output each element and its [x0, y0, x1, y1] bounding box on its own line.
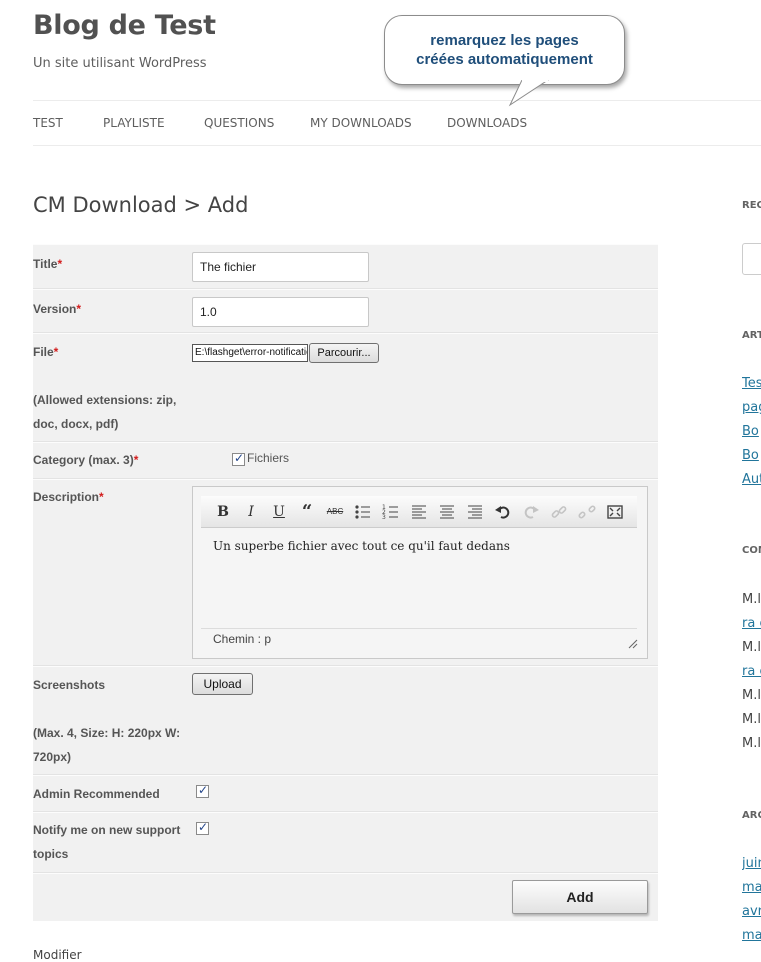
sidebar-heading-comments: COM — [742, 545, 761, 556]
nav-item-my-downloads[interactable]: MY DOWNLOADS — [310, 116, 412, 130]
version-label: Version* — [33, 302, 82, 316]
file-extensions-note: (Allowed extensions: zip, doc, docx, pdf… — [33, 393, 177, 431]
sidebar-search-input[interactable] — [742, 243, 761, 275]
category-row: Category (max. 3)* Fichiers — [33, 442, 658, 479]
callout-bubble: remarquez les pages créées automatiqueme… — [384, 15, 625, 85]
page-title: CM Download > Add — [33, 193, 249, 217]
sidebar-archive-link[interactable]: ma — [742, 928, 761, 943]
strikethrough-button[interactable]: ABC — [325, 502, 345, 522]
screenshots-note: (Max. 4, Size: H: 220px W: 720px) — [33, 726, 181, 764]
editor-path: Chemin : p — [213, 632, 272, 646]
sidebar-archive-link[interactable]: ma — [742, 880, 761, 895]
sidebar-article-link[interactable]: Aut — [742, 472, 761, 487]
sidebar-comment-link[interactable]: ra c — [742, 616, 761, 631]
screenshots-label: Screenshots — [33, 678, 106, 692]
category-checkbox-fichiers[interactable] — [232, 451, 245, 466]
editor-toolbar: B I U “ ABC 123 — [201, 496, 637, 528]
sidebar-comment-author: M.l — [742, 712, 761, 727]
italic-button[interactable]: I — [241, 502, 261, 522]
download-add-form: Title* The fichier Version* 1.0 File* E:… — [33, 244, 658, 921]
version-row: Version* 1.0 — [33, 289, 658, 333]
align-left-icon[interactable] — [409, 502, 429, 522]
editor-status-divider — [201, 628, 637, 629]
redo-icon[interactable] — [521, 502, 541, 522]
sidebar-article-link[interactable]: Tes — [742, 376, 761, 391]
bullet-list-icon[interactable] — [353, 502, 373, 522]
notify-label: Notify me on new support topics — [33, 823, 181, 861]
undo-icon[interactable] — [493, 502, 513, 522]
description-label: Description* — [33, 490, 104, 504]
sidebar-comment-author: M.l — [742, 688, 761, 703]
bold-button[interactable]: B — [213, 502, 233, 522]
file-path-input[interactable]: E:\flashget\error-notification — [192, 344, 308, 362]
nav-divider-bottom — [33, 145, 761, 146]
description-editor: B I U “ ABC 123 Un superbe fichier avec … — [192, 486, 648, 659]
fullscreen-icon[interactable] — [605, 502, 625, 522]
site-title[interactable]: Blog de Test — [33, 10, 216, 41]
upload-button[interactable]: Upload — [192, 673, 253, 695]
numbered-list-icon[interactable]: 123 — [381, 502, 401, 522]
admin-recommended-label: Admin Recommended — [33, 787, 160, 801]
sidebar-comment-link[interactable]: ra c — [742, 664, 761, 679]
align-center-icon[interactable] — [437, 502, 457, 522]
file-row: File* E:\flashget\error-notification Par… — [33, 333, 658, 442]
admin-recommended-row: Admin Recommended — [33, 775, 658, 812]
notify-checkbox[interactable] — [196, 820, 209, 835]
title-input[interactable]: The fichier — [192, 252, 369, 282]
resize-handle-icon[interactable] — [628, 639, 638, 649]
svg-text:3: 3 — [382, 514, 386, 521]
sidebar-heading-archives: ARC — [742, 810, 761, 821]
browse-button[interactable]: Parcourir... — [309, 343, 379, 363]
sidebar-article-link[interactable]: Bo — [742, 448, 759, 463]
version-input[interactable]: 1.0 — [192, 297, 369, 327]
sidebar-comment-author: M.l — [742, 736, 761, 751]
align-right-icon[interactable] — [465, 502, 485, 522]
underline-button[interactable]: U — [269, 502, 289, 522]
nav-item-downloads[interactable]: DOWNLOADS — [447, 116, 527, 130]
category-label: Category (max. 3)* — [33, 453, 139, 467]
sidebar-heading-articles: ART — [742, 330, 761, 341]
edit-link[interactable]: Modifier — [33, 948, 82, 962]
sidebar-archive-link[interactable]: avr — [742, 904, 761, 919]
nav-divider-top — [33, 100, 761, 101]
sidebar-comment-author: M.l — [742, 592, 761, 607]
add-button[interactable]: Add — [512, 880, 648, 914]
sidebar-heading-search: REC — [742, 200, 761, 211]
sidebar-comment-author: M.l — [742, 640, 761, 655]
callout-tail — [508, 80, 549, 107]
notify-row: Notify me on new support topics — [33, 812, 658, 873]
editor-content[interactable]: Un superbe fichier avec tout ce qu'il fa… — [213, 539, 510, 553]
sidebar: REC ART Tes pag Bo Bo Aut COM M.l ra c M… — [742, 0, 761, 956]
site-description: Un site utilisant WordPress — [33, 56, 207, 71]
nav-item-test[interactable]: TEST — [33, 116, 63, 130]
callout-line-2: créées automatiquement — [416, 51, 593, 68]
unlink-icon[interactable] — [577, 502, 597, 522]
title-row: Title* The fichier — [33, 244, 658, 289]
sidebar-article-link[interactable]: Bo — [742, 424, 759, 439]
title-label: Title* — [33, 257, 63, 271]
sidebar-archive-link[interactable]: juin — [742, 856, 761, 871]
file-label: File* — [33, 345, 59, 359]
sidebar-article-link[interactable]: pag — [742, 400, 761, 415]
link-icon[interactable] — [549, 502, 569, 522]
blockquote-button[interactable]: “ — [297, 502, 317, 522]
nav-item-questions[interactable]: QUESTIONS — [204, 116, 274, 130]
category-option-label: Fichiers — [247, 451, 290, 465]
screenshots-row: Screenshots Upload (Max. 4, Size: H: 220… — [33, 666, 658, 775]
callout-line-1: remarquez les pages — [430, 32, 579, 49]
admin-recommended-checkbox[interactable] — [196, 783, 209, 798]
nav-item-playliste[interactable]: PLAYLISTE — [103, 116, 165, 130]
